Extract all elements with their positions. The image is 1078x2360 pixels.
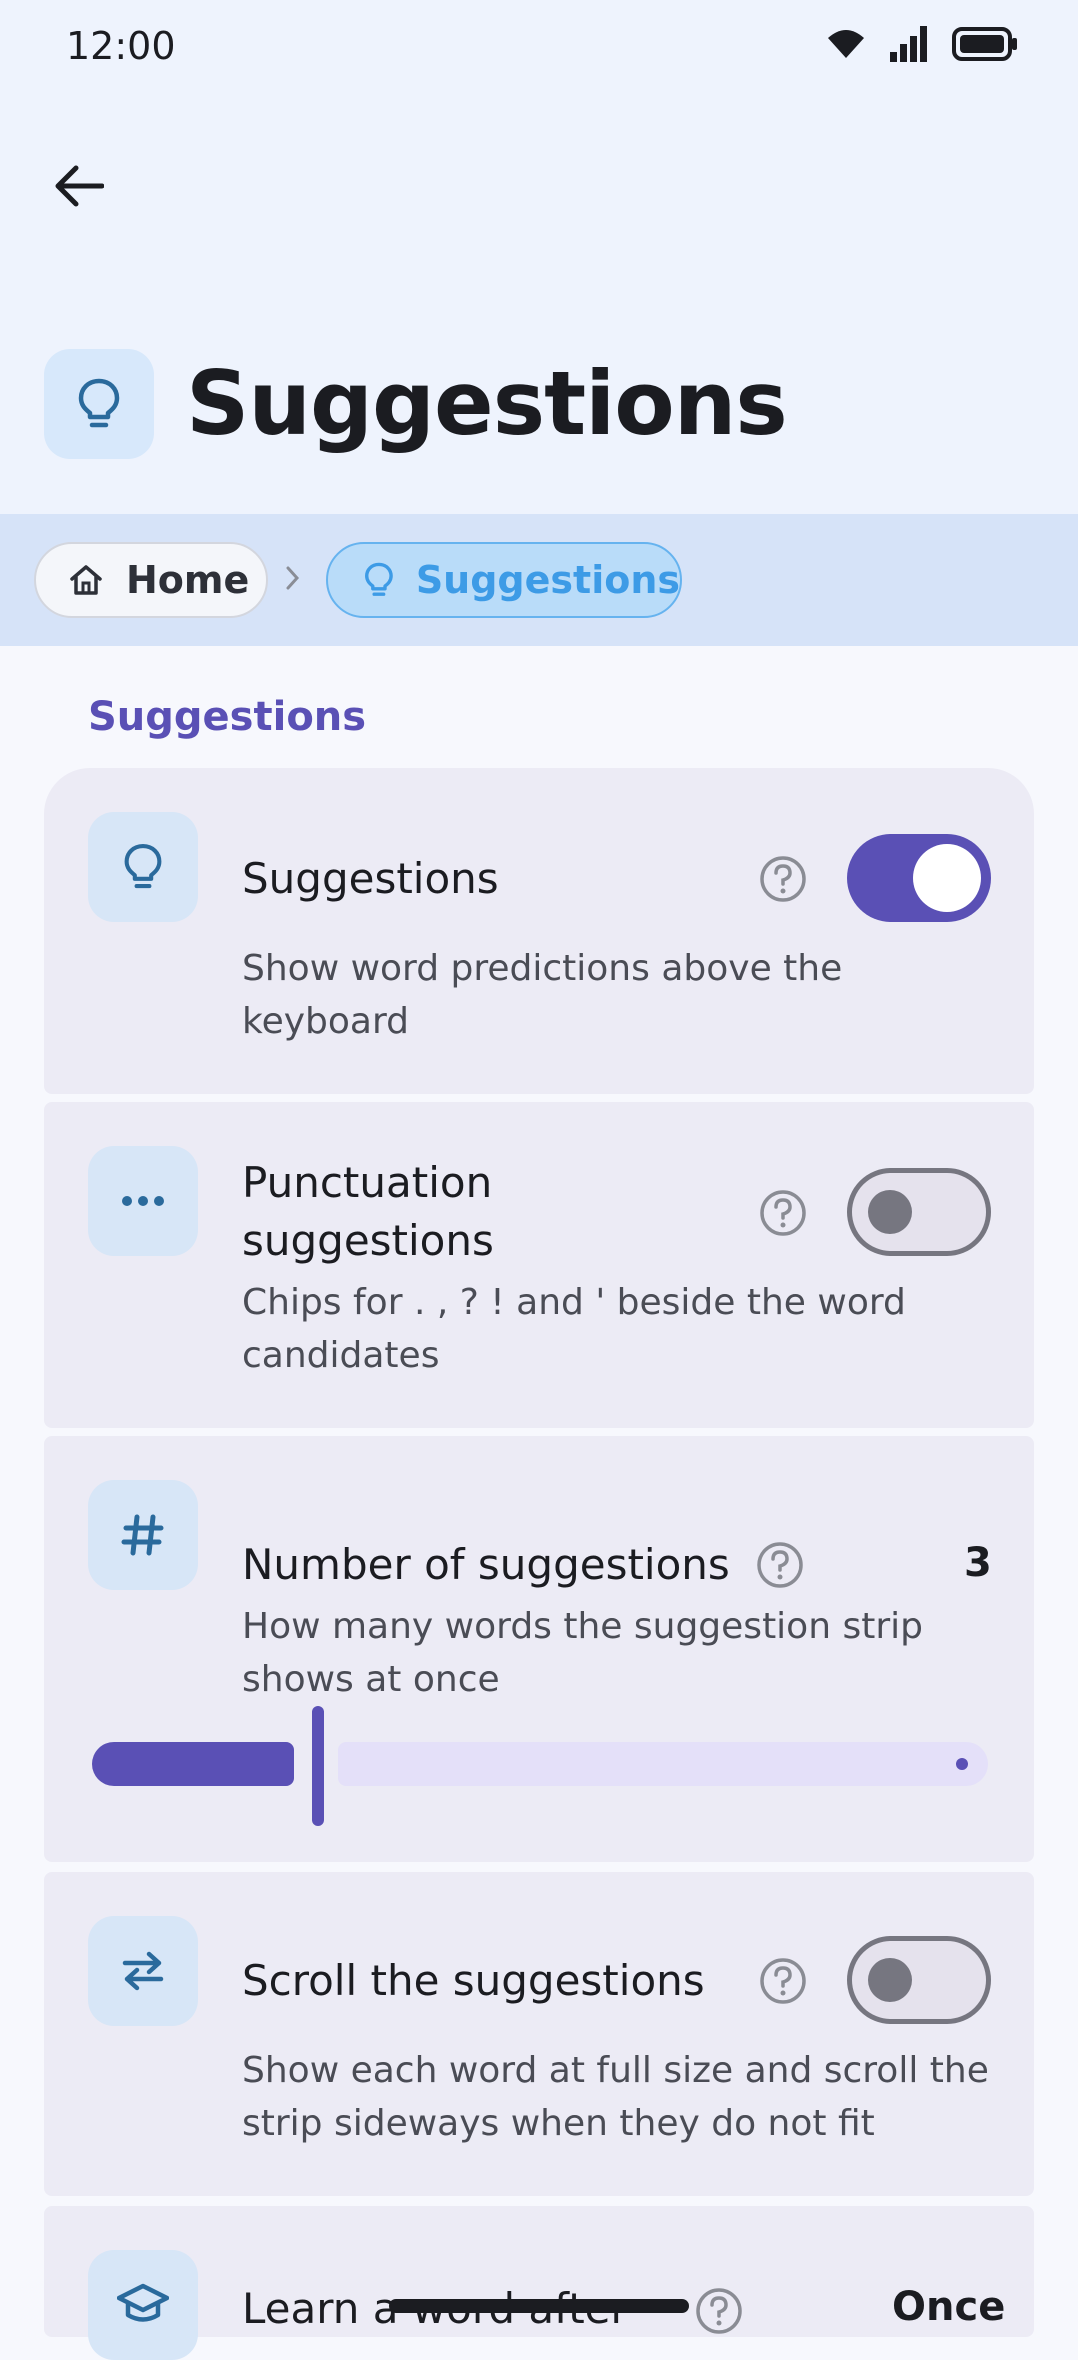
title-icon-box [44,349,154,459]
breadcrumb-suggestions[interactable]: Suggestions [326,542,682,618]
help-icon[interactable] [755,1540,805,1590]
setting-value: 3 [964,1540,992,1586]
setting-description: Show each word at full size and scroll t… [242,2050,989,2144]
lightbulb-icon [78,378,120,428]
setting-number-of-suggestions[interactable]: Number of suggestions 3 How many words t… [44,1436,1034,1862]
chevron-right-icon [286,566,300,590]
scroll-suggestions-toggle[interactable] [847,1936,991,2024]
setting-description: Chips for . , ? ! and ' beside the word … [242,1282,906,1376]
setting-title: Number of suggestions [242,1540,730,1589]
breadcrumb: Home Suggestions [0,514,1078,646]
more-horiz-icon [122,1196,164,1206]
setting-description: Show word predictions above the keyboard [242,948,843,1042]
setting-title: Suggestions [242,854,499,903]
punctuation-suggestions-toggle[interactable] [847,1168,991,1256]
gesture-navigation-bar[interactable] [389,2299,689,2313]
lightbulb-icon [124,844,162,889]
status-icons [826,26,1018,62]
home-icon [70,565,102,595]
setting-punctuation-suggestions[interactable]: Punctuation suggestions Chips for . , ? … [44,1102,1034,1428]
breadcrumb-home[interactable]: Home [34,542,268,618]
breadcrumb-suggestions-label: Suggestions [415,558,680,602]
help-icon[interactable] [758,1956,808,2006]
lightbulb-icon [365,562,393,596]
setting-suggestions[interactable]: Suggestions Show word predictions above … [44,768,1034,1094]
setting-description: How many words the suggestion strip show… [242,1606,923,1700]
page-title: Suggestions [186,352,788,455]
setting-icon-box [88,1916,198,2026]
status-time: 12:00 [66,24,176,68]
setting-learn-word-after[interactable]: Learn a word after Once [44,2206,1034,2360]
slider-stop-indicator [956,1758,968,1770]
hashtag-icon [121,1514,164,1556]
setting-scroll-suggestions[interactable]: Scroll the suggestions Show each word at… [44,1872,1034,2196]
help-icon[interactable] [758,1188,808,1238]
setting-icon-box [88,1480,198,1590]
swap-horiz-icon [122,1951,164,1991]
signal-icon [890,26,927,62]
help-icon[interactable] [694,2286,744,2336]
battery-icon [952,27,1017,61]
setting-icon-box [88,1146,198,1256]
slider-inactive-track[interactable] [338,1742,988,1786]
setting-value: Once [892,2284,1006,2330]
slider-active-track[interactable] [92,1742,294,1786]
setting-title: Scroll the suggestions [242,1956,705,2005]
breadcrumb-home-label: Home [126,558,250,602]
arrow-back-icon [55,165,104,207]
slider-handle[interactable] [312,1706,324,1826]
suggestions-toggle[interactable] [847,834,991,922]
setting-title: Punctuation suggestions [242,1158,494,1265]
setting-icon-box [88,2250,198,2360]
help-icon[interactable] [758,854,808,904]
setting-icon-box [88,812,198,922]
section-header: Suggestions [88,694,367,740]
back-button[interactable] [40,148,116,224]
wifi-icon [828,30,864,58]
school-icon [117,2283,169,2322]
